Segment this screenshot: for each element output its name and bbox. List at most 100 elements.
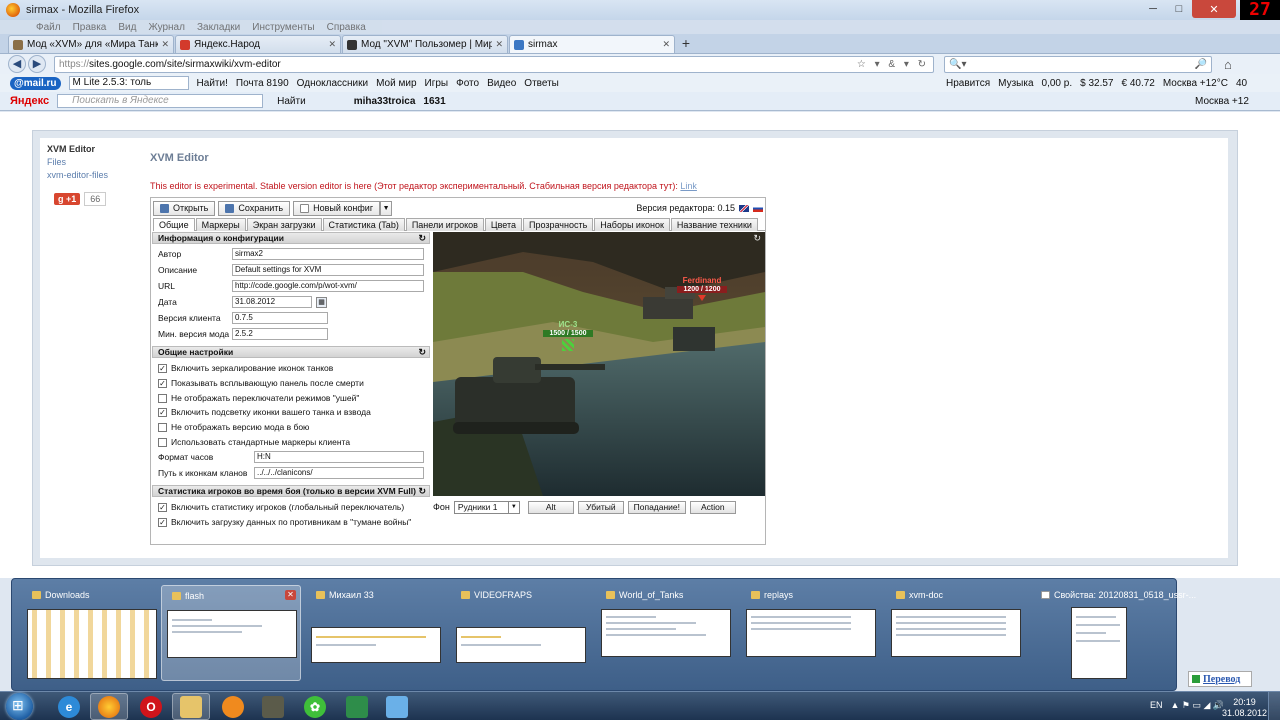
checkbox-row[interactable]: Не отображать версию мода в бою: [158, 421, 430, 433]
alt-button[interactable]: Alt: [527, 500, 574, 514]
tab-statistics[interactable]: Статистика (Tab): [322, 218, 405, 231]
checkbox-row[interactable]: Не отображать переключатели режимов "уше…: [158, 392, 430, 404]
mailru-logo[interactable]: @mail.ru: [10, 76, 61, 90]
refresh-icon[interactable]: ↻: [418, 233, 426, 244]
new-tab-button[interactable]: +: [676, 35, 696, 53]
refresh-icon[interactable]: ↻: [418, 486, 426, 497]
dead-button[interactable]: Убитый: [577, 500, 624, 514]
checkbox[interactable]: ✓: [158, 502, 167, 512]
weather-text[interactable]: Москва +12°C: [1163, 78, 1228, 89]
mailru-odnoklassniki-link[interactable]: Одноклассники: [297, 78, 368, 89]
tab-xvm-mod[interactable]: Мод «XVM» для «Мира Танков» 0.7.... ✕: [8, 35, 174, 53]
mailru-video-link[interactable]: Видео: [487, 78, 516, 89]
tab-general[interactable]: Общие: [153, 218, 195, 231]
english-flag-icon[interactable]: [739, 204, 749, 212]
url-input[interactable]: http://code.google.com/p/wot-xvm/: [232, 280, 424, 292]
taskbar-explorer[interactable]: [172, 693, 210, 720]
menu-edit[interactable]: Правка: [73, 22, 107, 33]
action-button[interactable]: Action: [689, 500, 736, 514]
back-button[interactable]: ◀: [8, 55, 26, 73]
thumbnail-replays[interactable]: replays: [741, 585, 881, 681]
save-button[interactable]: Сохранить: [218, 200, 291, 216]
menu-help[interactable]: Справка: [327, 22, 366, 33]
taskbar-firefox[interactable]: [90, 693, 128, 720]
taskbar-opera[interactable]: O: [132, 693, 170, 720]
calendar-icon[interactable]: ▦: [316, 296, 327, 308]
tab-loading-screen[interactable]: Экран загрузки: [246, 218, 322, 231]
tab-player-panels[interactable]: Панели игроков: [405, 218, 484, 231]
taskbar-wot[interactable]: [254, 693, 292, 720]
menu-history[interactable]: Журнал: [148, 22, 185, 33]
checkbox-row[interactable]: ✓ Включить зеркалирование иконок танков: [158, 362, 430, 374]
mailru-search-select[interactable]: M Lite 2.5.3: толь: [68, 76, 189, 90]
sidebar-item-xvm-editor[interactable]: XVM Editor: [47, 144, 95, 154]
thumbnail-downloads[interactable]: Downloads: [22, 585, 162, 681]
thumbnail-close-icon[interactable]: ✕: [285, 590, 296, 600]
home-icon[interactable]: ⌂: [1224, 57, 1232, 72]
tab-colors[interactable]: Цвета: [484, 218, 522, 231]
tab-xvm-polzomer[interactable]: Мод "XVM" Пользомер | Мир Танко... ✕: [342, 35, 508, 53]
description-input[interactable]: Default settings for XVM: [232, 264, 424, 276]
tab-sirmax[interactable]: sirmax ✕: [509, 35, 675, 53]
mailru-find-button[interactable]: Найти!: [197, 78, 228, 89]
music-link[interactable]: Музыка: [998, 78, 1033, 89]
thumbnail-world-of-tanks[interactable]: World_of_Tanks: [596, 585, 736, 681]
preview-refresh-icon[interactable]: ↻: [753, 233, 761, 244]
gplus-button[interactable]: g +1: [54, 193, 81, 205]
russian-flag-icon[interactable]: [753, 204, 763, 212]
search-go-icon[interactable]: 🔎: [1195, 59, 1207, 70]
checkbox[interactable]: ✓: [158, 407, 167, 417]
thumbnail-videofraps[interactable]: VIDEOFRAPS: [451, 585, 591, 681]
checkbox-row[interactable]: ✓ Включить статистику игроков (глобальный…: [158, 501, 430, 513]
mail-count-badge[interactable]: 40: [1236, 78, 1247, 89]
thumbnail-properties[interactable]: Свойства: 20120831_0518_ussr-...: [1031, 585, 1196, 681]
menu-tools[interactable]: Инструменты: [252, 22, 314, 33]
mailru-photo-link[interactable]: Фото: [456, 78, 479, 89]
yandex-count[interactable]: 1631: [423, 96, 445, 107]
yandex-find-button[interactable]: Найти: [277, 96, 306, 107]
checkbox[interactable]: ✓: [158, 378, 167, 388]
tab-vehicle-names[interactable]: Название техники: [670, 218, 758, 231]
taskbar-icq[interactable]: ✿: [296, 693, 334, 720]
clock[interactable]: 20:19 31.08.2012: [1222, 697, 1267, 719]
client-version-input[interactable]: 0.7.5: [232, 312, 328, 324]
refresh-icon[interactable]: ↻: [418, 347, 426, 358]
start-button[interactable]: [6, 693, 33, 720]
tab-close-icon[interactable]: ✕: [495, 39, 503, 50]
hit-button[interactable]: Попадание!: [627, 500, 686, 514]
url-bar-icons[interactable]: ☆ ▾ & ▾ ↻: [857, 59, 929, 70]
yandex-user[interactable]: miha33troica: [354, 96, 416, 107]
thumbnail-xvm-doc[interactable]: xvm-doc: [886, 585, 1026, 681]
checkbox-row[interactable]: ✓ Включить загрузку данных по противникам…: [158, 516, 430, 528]
yandex-weather[interactable]: Москва +12: [1195, 96, 1249, 107]
open-button[interactable]: Открыть: [153, 200, 216, 216]
url-bar[interactable]: https:// sites.google.com/site/sirmaxwik…: [54, 55, 934, 73]
yandex-logo[interactable]: Яндекс: [10, 95, 49, 107]
checkbox[interactable]: [158, 437, 167, 447]
date-input[interactable]: 31.08.2012: [232, 296, 312, 308]
clock-format-input[interactable]: H:N: [254, 451, 424, 463]
taskbar-app-green[interactable]: [338, 693, 376, 720]
menu-view[interactable]: Вид: [118, 22, 136, 33]
tab-markers[interactable]: Маркеры: [195, 218, 246, 231]
checkbox[interactable]: ✓: [158, 363, 167, 373]
tab-close-icon[interactable]: ✕: [328, 39, 336, 50]
search-bar[interactable]: 🔍▾ 🔎: [944, 55, 1212, 73]
translate-button[interactable]: Перевод: [1188, 671, 1252, 687]
maximize-button[interactable]: □: [1166, 0, 1192, 18]
checkbox[interactable]: ✓: [158, 517, 167, 527]
thumbnail-mikhail[interactable]: Михаил 33: [306, 585, 446, 681]
checkbox[interactable]: [158, 422, 167, 432]
search-engine-icon[interactable]: 🔍▾: [949, 59, 966, 70]
tray-icons[interactable]: ▲ ⚑ ▭ ◢ 🔊: [1171, 700, 1225, 711]
mailru-games-link[interactable]: Игры: [425, 78, 449, 89]
menu-file[interactable]: Файл: [36, 22, 61, 33]
taskbar-app-orange[interactable]: [214, 693, 252, 720]
tab-yandex-narod[interactable]: Яндекс.Народ ✕: [175, 35, 341, 53]
forward-button[interactable]: ▶: [28, 55, 46, 73]
clan-icons-input[interactable]: ../../../clanicons/: [254, 467, 424, 479]
language-indicator[interactable]: EN: [1150, 700, 1163, 711]
stable-editor-link[interactable]: Link: [680, 181, 697, 191]
tab-transparency[interactable]: Прозрачность: [522, 218, 594, 231]
min-mod-version-input[interactable]: 2.5.2: [232, 328, 328, 340]
